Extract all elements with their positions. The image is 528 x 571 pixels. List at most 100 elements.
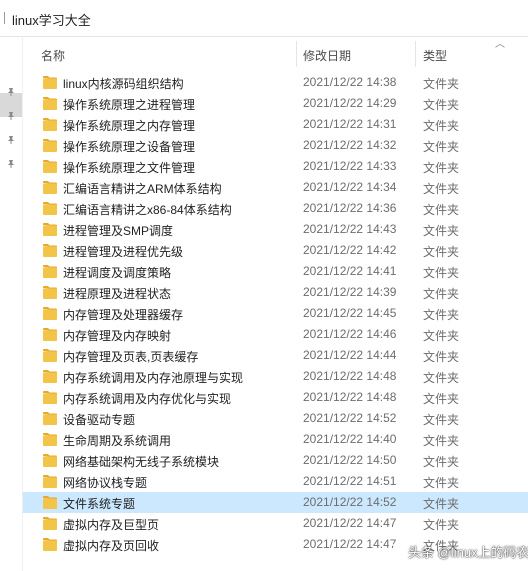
address-path[interactable]: linux学习大全 xyxy=(12,10,91,29)
file-name: 进程管理及SMP调度 xyxy=(63,224,174,238)
file-type: 文件夹 xyxy=(423,371,460,385)
folder-icon xyxy=(43,139,57,152)
file-date: 2021/12/22 14:48 xyxy=(303,369,397,383)
file-date: 2021/12/22 14:29 xyxy=(303,96,397,110)
folder-icon xyxy=(43,181,57,194)
file-row[interactable]: 虚拟内存及巨型页 2021/12/22 14:47 文件夹 xyxy=(23,513,528,534)
folder-icon xyxy=(43,475,57,488)
file-row[interactable]: 操作系统原理之进程管理 2021/12/22 14:29 文件夹 xyxy=(23,93,528,114)
file-date: 2021/12/22 14:34 xyxy=(303,180,397,194)
file-date: 2021/12/22 14:31 xyxy=(303,117,397,131)
pin-icon[interactable] xyxy=(6,87,16,97)
navigation-pane xyxy=(0,37,22,571)
column-header: ︿ 名称 修改日期 类型 xyxy=(23,37,528,69)
file-type: 文件夹 xyxy=(423,434,460,448)
file-date: 2021/12/22 14:47 xyxy=(303,537,397,551)
file-row[interactable]: linux内核源码组织结构 2021/12/22 14:38 文件夹 xyxy=(23,72,528,93)
folder-icon xyxy=(43,202,57,215)
file-name: 操作系统原理之设备管理 xyxy=(63,140,196,154)
file-row[interactable]: 网络基础架构无线子系统模块 2021/12/22 14:50 文件夹 xyxy=(23,450,528,471)
folder-icon xyxy=(43,370,57,383)
file-type: 文件夹 xyxy=(423,392,460,406)
file-name: 进程管理及进程优先级 xyxy=(63,245,184,259)
file-type: 文件夹 xyxy=(423,497,460,511)
file-type: 文件夹 xyxy=(423,350,460,364)
file-date: 2021/12/22 14:51 xyxy=(303,474,397,488)
file-date: 2021/12/22 14:42 xyxy=(303,243,397,257)
file-name: 汇编语言精讲之x86-84体系结构 xyxy=(63,203,232,217)
file-row[interactable]: 网络协议栈专题 2021/12/22 14:51 文件夹 xyxy=(23,471,528,492)
file-row[interactable]: 内存管理及处理器缓存 2021/12/22 14:45 文件夹 xyxy=(23,303,528,324)
address-bar[interactable]: linux学习大全 xyxy=(0,0,528,37)
file-row[interactable]: 内存管理及内存映射 2021/12/22 14:46 文件夹 xyxy=(23,324,528,345)
folder-icon xyxy=(43,328,57,341)
file-date: 2021/12/22 14:52 xyxy=(303,411,397,425)
watermark-text: 头条 @linux上的码农 xyxy=(408,544,528,560)
file-row[interactable]: 设备驱动专题 2021/12/22 14:52 文件夹 xyxy=(23,408,528,429)
file-name: 生命周期及系统调用 xyxy=(63,434,172,448)
pin-icon[interactable] xyxy=(6,111,16,121)
file-row[interactable]: 内存管理及页表,页表缓存 2021/12/22 14:44 文件夹 xyxy=(23,345,528,366)
folder-icon xyxy=(43,517,57,530)
file-row[interactable]: 操作系统原理之文件管理 2021/12/22 14:33 文件夹 xyxy=(23,156,528,177)
file-row[interactable]: 生命周期及系统调用 2021/12/22 14:40 文件夹 xyxy=(23,429,528,450)
file-name: 进程原理及进程状态 xyxy=(63,287,172,301)
column-separator[interactable] xyxy=(415,41,416,67)
column-header-type[interactable]: 类型 xyxy=(423,47,447,64)
folder-icon xyxy=(43,97,57,110)
folder-icon xyxy=(43,244,57,257)
file-row[interactable]: 内存系统调用及内存优化与实现 2021/12/22 14:48 文件夹 xyxy=(23,387,528,408)
folder-icon xyxy=(43,454,57,467)
file-row[interactable]: 汇编语言精讲之x86-84体系结构 2021/12/22 14:36 文件夹 xyxy=(23,198,528,219)
file-row[interactable]: 进程原理及进程状态 2021/12/22 14:39 文件夹 xyxy=(23,282,528,303)
column-header-name[interactable]: 名称 xyxy=(41,47,65,64)
file-date: 2021/12/22 14:32 xyxy=(303,138,397,152)
file-row[interactable]: 操作系统原理之内存管理 2021/12/22 14:31 文件夹 xyxy=(23,114,528,135)
folder-icon xyxy=(43,391,57,404)
folder-icon xyxy=(43,118,57,131)
file-type: 文件夹 xyxy=(423,245,460,259)
file-date: 2021/12/22 14:36 xyxy=(303,201,397,215)
file-name: 虚拟内存及页回收 xyxy=(63,539,160,553)
file-name: 内存系统调用及内存优化与实现 xyxy=(63,392,232,406)
file-row[interactable]: 进程管理及进程优先级 2021/12/22 14:42 文件夹 xyxy=(23,240,528,261)
file-type: 文件夹 xyxy=(423,140,460,154)
file-name: 网络协议栈专题 xyxy=(63,476,148,490)
file-row[interactable]: 操作系统原理之设备管理 2021/12/22 14:32 文件夹 xyxy=(23,135,528,156)
file-type: 文件夹 xyxy=(423,266,460,280)
column-separator[interactable] xyxy=(296,41,297,67)
file-type: 文件夹 xyxy=(423,287,460,301)
file-row[interactable]: 进程管理及SMP调度 2021/12/22 14:43 文件夹 xyxy=(23,219,528,240)
file-date: 2021/12/22 14:44 xyxy=(303,348,397,362)
file-name: linux内核源码组织结构 xyxy=(63,77,184,91)
folder-icon xyxy=(43,223,57,236)
file-type: 文件夹 xyxy=(423,413,460,427)
file-row[interactable]: 进程调度及调度策略 2021/12/22 14:41 文件夹 xyxy=(23,261,528,282)
file-row[interactable]: 汇编语言精讲之ARM体系结构 2021/12/22 14:34 文件夹 xyxy=(23,177,528,198)
pin-icon[interactable] xyxy=(6,159,16,169)
file-type: 文件夹 xyxy=(423,455,460,469)
file-name: 内存管理及处理器缓存 xyxy=(63,308,184,322)
file-date: 2021/12/22 14:33 xyxy=(303,159,397,173)
file-name: 操作系统原理之进程管理 xyxy=(63,98,196,112)
file-type: 文件夹 xyxy=(423,119,460,133)
file-date: 2021/12/22 14:45 xyxy=(303,306,397,320)
file-date: 2021/12/22 14:46 xyxy=(303,327,397,341)
pin-icon[interactable] xyxy=(6,135,16,145)
folder-icon xyxy=(43,265,57,278)
folder-icon xyxy=(43,496,57,509)
column-header-date[interactable]: 修改日期 xyxy=(303,47,351,64)
folder-icon xyxy=(43,286,57,299)
file-date: 2021/12/22 14:40 xyxy=(303,432,397,446)
file-name: 设备驱动专题 xyxy=(63,413,136,427)
folder-icon xyxy=(43,160,57,173)
folder-icon xyxy=(43,76,57,89)
file-name: 内存管理及页表,页表缓存 xyxy=(63,350,199,364)
folder-icon xyxy=(43,433,57,446)
file-date: 2021/12/22 14:39 xyxy=(303,285,397,299)
file-type: 文件夹 xyxy=(423,77,460,91)
file-row[interactable]: 内存系统调用及内存池原理与实现 2021/12/22 14:48 文件夹 xyxy=(23,366,528,387)
folder-icon xyxy=(43,538,57,551)
file-row[interactable]: 文件系统专题 2021/12/22 14:52 文件夹 xyxy=(23,492,528,513)
folder-icon xyxy=(43,349,57,362)
